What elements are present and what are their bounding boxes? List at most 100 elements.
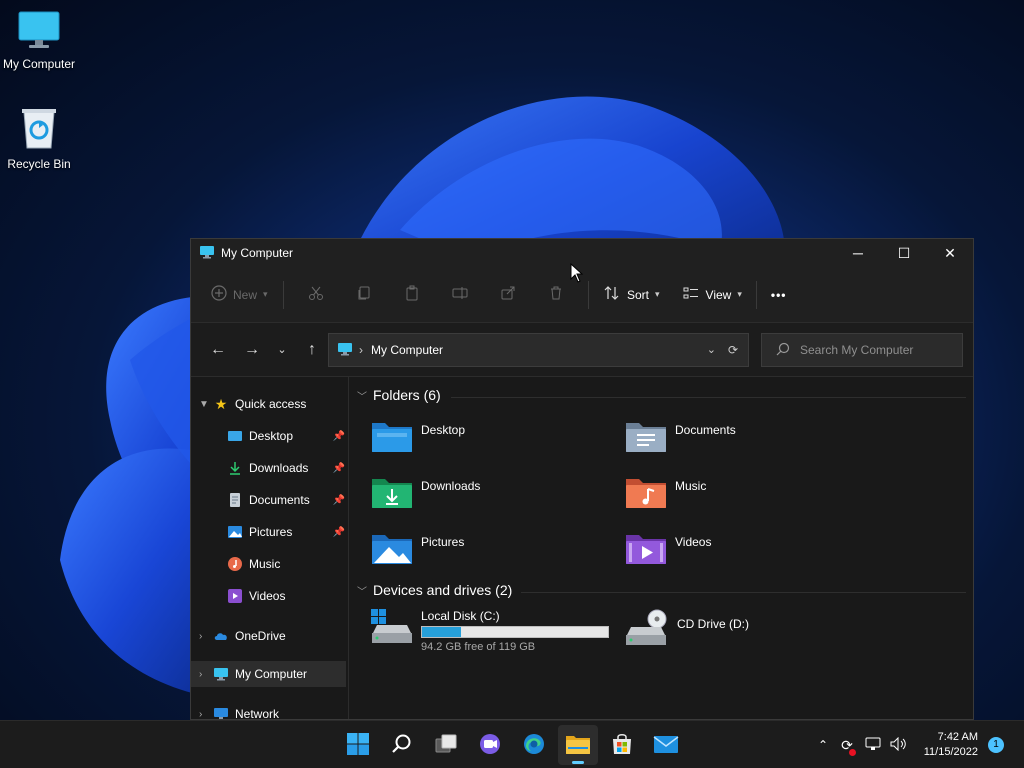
star-icon: ★ [214,395,228,412]
pin-icon[interactable]: 📌 [333,463,345,474]
pin-icon[interactable]: 📌 [333,431,345,442]
rename-button[interactable] [436,279,484,311]
chevron-down-icon: ⌄ [277,344,287,356]
folders-group-header[interactable]: ﹀ Folders (6) [357,387,441,403]
toolbar-divider [283,280,284,309]
nav-item-music[interactable]: Music [227,551,345,577]
monitor-icon [213,666,229,682]
documents-folder-icon [625,419,667,456]
folder-tile-videos[interactable]: Videos [625,531,711,568]
notification-badge[interactable]: 1 [988,737,1004,753]
chevron-down-icon[interactable]: ⌄ [707,343,716,357]
hard-drive-icon [371,609,413,650]
folder-tile-desktop[interactable]: Desktop [371,419,465,456]
folder-tile-downloads[interactable]: Downloads [371,475,480,512]
nav-item-videos[interactable]: Videos [227,583,345,609]
trash-icon [548,285,564,304]
mail-button[interactable] [646,725,686,765]
copy-button[interactable] [340,279,388,311]
network-icon[interactable] [860,737,886,754]
taskbar: ⌃ ⟳ 7:42 AM 11/15/2022 1 [0,720,1024,768]
pin-icon[interactable]: 📌 [333,527,345,538]
more-options-button[interactable]: ••• [765,279,793,311]
nav-quick-access[interactable]: ▼ ★ Quick access [199,391,349,417]
search-input[interactable] [800,343,950,357]
drive-tile-d[interactable]: CD Drive (D:) [625,609,749,650]
file-explorer-taskbar-button[interactable] [558,725,598,765]
group-title: Devices and drives (2) [373,582,513,598]
nav-item-downloads[interactable]: Downloads 📌 [227,455,345,481]
pictures-icon [227,524,243,540]
drive-label: Local Disk (C:) [421,609,500,623]
folder-icon [565,733,591,758]
chevron-right-icon[interactable]: › [199,669,213,680]
more-icon: ••• [770,287,787,302]
nav-label: OneDrive [235,629,286,643]
search-button[interactable] [382,725,422,765]
delete-button[interactable] [532,279,580,311]
breadcrumb-my-computer[interactable]: My Computer [371,343,443,357]
nav-my-computer[interactable]: › My Computer [191,661,346,687]
new-button[interactable]: New ▾ [205,279,275,311]
nav-label: Documents [249,493,310,507]
task-view-icon [434,733,458,758]
nav-item-pictures[interactable]: Pictures 📌 [227,519,345,545]
forward-button[interactable]: → [237,335,267,365]
chevron-right-icon[interactable]: › [199,709,213,720]
chevron-down-icon: ▾ [263,289,268,299]
downloads-folder-icon [371,475,413,512]
paste-button[interactable] [388,279,436,311]
drives-group-header[interactable]: ﹀ Devices and drives (2) [357,582,512,598]
task-view-button[interactable] [426,725,466,765]
edge-browser-button[interactable] [514,725,554,765]
recent-locations-button[interactable]: ⌄ [267,335,297,365]
drive-usage-fill [422,627,462,637]
view-button[interactable]: View ▾ [676,279,748,311]
search-box[interactable] [761,333,963,367]
close-button[interactable]: ✕ [927,239,973,267]
nav-label: Downloads [249,461,309,475]
pin-icon[interactable]: 📌 [333,495,345,506]
maximize-button[interactable]: ☐ [881,239,927,267]
sort-button[interactable]: Sort ▾ [597,279,666,311]
address-bar[interactable]: › My Computer ⌄ ⟳ [328,333,749,367]
clock[interactable]: 7:42 AM 11/15/2022 [924,730,978,760]
desktop-folder-icon [227,428,243,444]
minimize-button[interactable]: ─ [835,239,881,267]
nav-label: Quick access [235,397,307,411]
refresh-icon[interactable]: ⟳ [728,343,738,357]
scissors-icon [308,285,324,304]
chevron-right-icon[interactable]: › [199,631,213,642]
view-label: View [705,287,732,302]
copy-icon [356,285,372,304]
nav-item-documents[interactable]: Documents 📌 [227,487,345,513]
desktop-icon-recycle-bin[interactable]: Recycle Bin [0,106,78,171]
clipboard-icon [404,285,420,304]
group-divider [521,592,966,593]
up-button[interactable]: ↑ [297,335,327,365]
nav-item-desktop[interactable]: Desktop 📌 [227,423,345,449]
start-button[interactable] [338,725,378,765]
nav-onedrive[interactable]: › OneDrive [199,623,349,649]
chevron-down-icon: ▾ [737,289,742,299]
share-button[interactable] [484,279,532,311]
folder-tile-pictures[interactable]: Pictures [371,531,464,568]
teams-chat-button[interactable] [470,725,510,765]
sync-icon[interactable]: ⟳ [834,737,860,756]
drive-free-space: 94.2 GB free of 119 GB [421,641,536,653]
folder-tile-documents[interactable]: Documents [625,419,736,456]
view-icon [682,285,700,304]
back-button[interactable]: ← [203,335,233,365]
volume-icon[interactable] [886,736,912,754]
chat-icon [478,732,502,759]
folder-tile-music[interactable]: Music [625,475,706,512]
nav-network[interactable]: › Network [199,701,349,720]
file-explorer-window[interactable]: My Computer ─ ☐ ✕ New ▾ Sort ▾ View ▾ ••… [190,238,974,720]
desktop-icon-my-computer[interactable]: My Computer [0,10,78,71]
chevron-down-icon[interactable]: ▼ [199,399,213,410]
microsoft-store-button[interactable] [602,725,642,765]
nav-label: Videos [249,589,286,603]
drive-tile-c[interactable]: Local Disk (C:) 94.2 GB free of 119 GB [371,609,609,653]
cut-button[interactable] [292,279,340,311]
chevron-up-icon[interactable]: ⌃ [812,738,834,752]
